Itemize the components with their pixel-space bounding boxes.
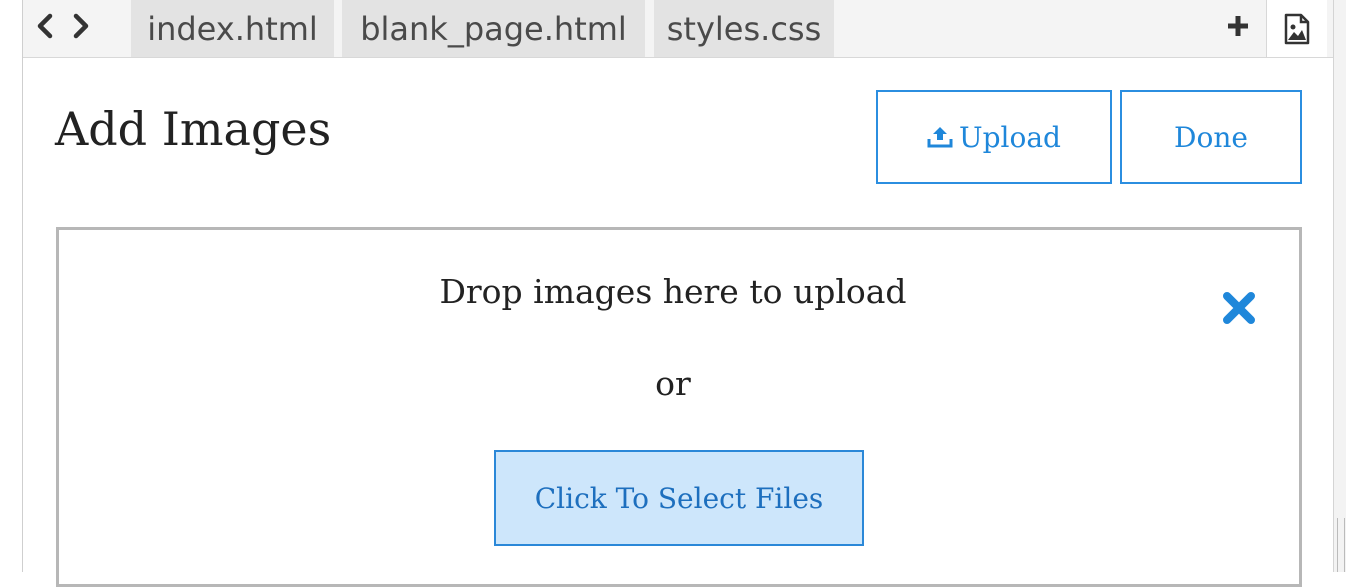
drop-message: Drop images here to upload <box>439 272 907 311</box>
done-button[interactable]: Done <box>1120 90 1302 184</box>
done-label: Done <box>1174 120 1248 154</box>
tab-styles-css[interactable]: styles.css <box>654 0 834 57</box>
tab-bar: index.html blank_page.html styles.css <box>23 0 1333 58</box>
close-button[interactable] <box>1218 287 1260 329</box>
tab-label: index.html <box>147 9 318 48</box>
close-icon <box>1223 292 1255 324</box>
or-separator: or <box>655 364 691 403</box>
tab-index-html[interactable]: index.html <box>131 0 334 57</box>
tab-label: styles.css <box>666 9 822 48</box>
forward-button[interactable] <box>67 6 95 46</box>
select-files-label: Click To Select Files <box>534 481 824 515</box>
back-button[interactable] <box>31 6 59 46</box>
upload-icon <box>927 125 953 149</box>
page-title: Add Images <box>55 102 332 156</box>
chevron-right-icon <box>73 13 89 39</box>
image-file-icon <box>1284 13 1310 44</box>
chevron-left-icon <box>37 13 53 39</box>
select-files-button[interactable]: Click To Select Files <box>494 450 864 546</box>
add-tab-button[interactable] <box>1220 8 1256 44</box>
scrollbar-thumb[interactable] <box>1337 518 1345 572</box>
upload-label: Upload <box>959 120 1061 154</box>
upload-button[interactable]: Upload <box>876 90 1112 184</box>
tab-blank-page-html[interactable]: blank_page.html <box>342 0 645 57</box>
plus-icon <box>1228 16 1248 36</box>
image-tab[interactable] <box>1266 0 1327 57</box>
tab-label: blank_page.html <box>360 9 627 48</box>
